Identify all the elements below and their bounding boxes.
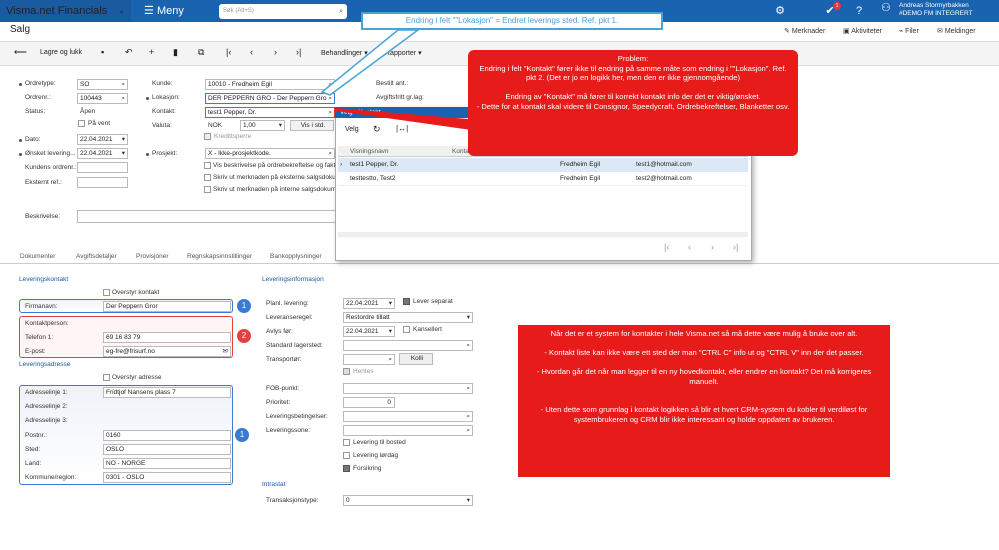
annotation-problem: Problem: Endring i felt "Kontakt" fører … xyxy=(468,50,798,156)
blue-arrow xyxy=(320,29,421,96)
annotation-lokasjon: Endring i felt ""Lokasjon" = Endret leve… xyxy=(361,12,663,30)
annotation-right: Når det er et system for kontakter i hel… xyxy=(518,325,890,477)
